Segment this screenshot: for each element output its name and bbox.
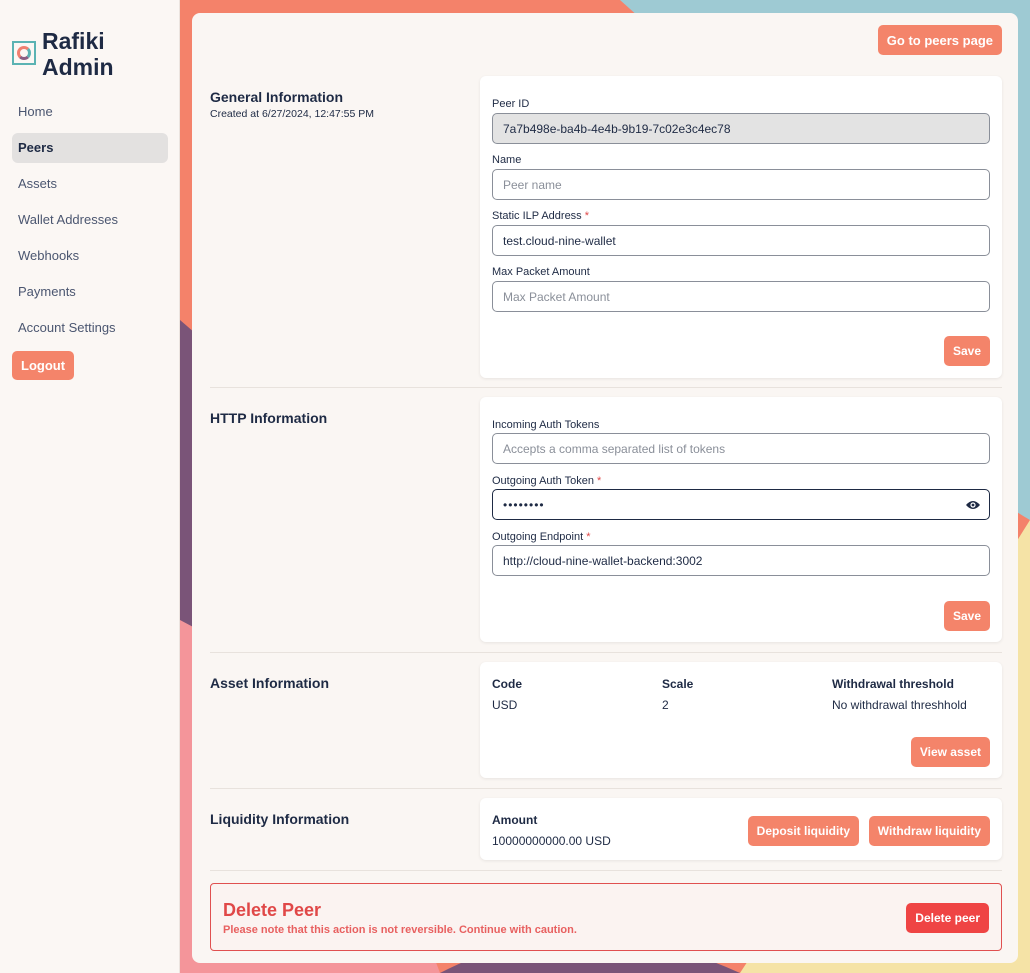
sidebar-item-account-settings[interactable]: Account Settings (12, 313, 168, 343)
view-asset-button[interactable]: View asset (910, 737, 990, 767)
go-to-peers-button[interactable]: Go to peers page (877, 25, 1002, 55)
delete-peer-box: Delete Peer Please note that this action… (210, 883, 1002, 951)
asset-threshold-value: No withdrawal threshhold (832, 698, 967, 712)
section-divider (210, 387, 1002, 388)
withdraw-liquidity-button[interactable]: Withdraw liquidity (868, 816, 990, 846)
section-divider (210, 788, 1002, 789)
peer-id-label: Peer ID (492, 98, 530, 110)
required-marker: * (586, 531, 591, 543)
required-marker: * (584, 210, 590, 222)
sidebar-nav: Home Peers Assets Wallet Addresses Webho… (0, 97, 179, 343)
general-info-panel: Peer ID Name Static ILP Address * Max Pa… (480, 76, 1002, 378)
name-label: Name (492, 154, 522, 166)
deposit-liquidity-button[interactable]: Deposit liquidity (747, 816, 859, 846)
required-marker: * (597, 475, 602, 487)
general-save-button[interactable]: Save (943, 336, 990, 366)
peer-detail-card: Go to peers page General Information Cre… (192, 13, 1018, 963)
sidebar-item-wallet-addresses[interactable]: Wallet Addresses (12, 205, 168, 235)
http-info-panel: Incoming Auth Tokens Outgoing Auth Token… (480, 397, 1002, 642)
brand-name: Rafiki Admin (42, 28, 114, 80)
asset-info-panel: Code Scale Withdrawal threshold USD 2 No… (480, 662, 1002, 778)
incoming-tokens-input[interactable] (492, 433, 990, 464)
sidebar-item-peers[interactable]: Peers (12, 133, 168, 163)
asset-info-title: Asset Information (210, 675, 330, 691)
outgoing-token-label: Outgoing Auth Token * (492, 475, 602, 487)
logout-button[interactable]: Logout (12, 351, 75, 380)
asset-scale-header: Scale (662, 677, 694, 691)
max-packet-input[interactable] (492, 281, 990, 312)
asset-threshold-header: Withdrawal threshold (832, 677, 954, 691)
section-divider (210, 870, 1002, 871)
liquidity-amount-value: 10000000000.00 USD (492, 834, 611, 848)
peer-id-input[interactable] (492, 113, 990, 144)
asset-code-value: USD (492, 698, 518, 712)
ilp-address-label: Static ILP Address * (492, 210, 590, 222)
brand[interactable]: Rafiki Admin (0, 0, 179, 80)
ilp-address-input[interactable] (492, 225, 990, 256)
sidebar: Rafiki Admin Home Peers Assets Wallet Ad… (0, 0, 180, 973)
sidebar-item-webhooks[interactable]: Webhooks (12, 241, 168, 271)
max-packet-label: Max Packet Amount (492, 266, 590, 278)
asset-code-header: Code (492, 677, 522, 691)
liquidity-amount-label: Amount (492, 813, 538, 827)
delete-peer-button[interactable]: Delete peer (906, 903, 989, 933)
incoming-tokens-label: Incoming Auth Tokens (492, 419, 600, 431)
sidebar-item-assets[interactable]: Assets (12, 169, 168, 199)
delete-peer-note: Please note that this action is not reve… (223, 924, 577, 936)
http-info-title: HTTP Information (210, 410, 328, 426)
delete-peer-title: Delete Peer (223, 900, 322, 920)
created-at-text: Created at 6/27/2024, 12:47:55 PM (210, 108, 375, 120)
sidebar-item-payments[interactable]: Payments (12, 277, 168, 307)
outgoing-token-input[interactable] (492, 489, 990, 520)
eye-icon[interactable] (966, 500, 980, 510)
section-divider (210, 652, 1002, 653)
outgoing-endpoint-input[interactable] (492, 545, 990, 576)
general-info-title: General Information (210, 89, 344, 105)
liquidity-info-panel: Amount 10000000000.00 USD Deposit liquid… (480, 798, 1002, 860)
peer-name-input[interactable] (492, 169, 990, 200)
http-save-button[interactable]: Save (943, 601, 990, 631)
asset-scale-value: 2 (662, 698, 669, 712)
outgoing-endpoint-label: Outgoing Endpoint * (492, 531, 591, 543)
rafiki-logo-icon (12, 41, 36, 65)
liquidity-info-title: Liquidity Information (210, 811, 350, 827)
sidebar-item-home[interactable]: Home (12, 97, 168, 127)
